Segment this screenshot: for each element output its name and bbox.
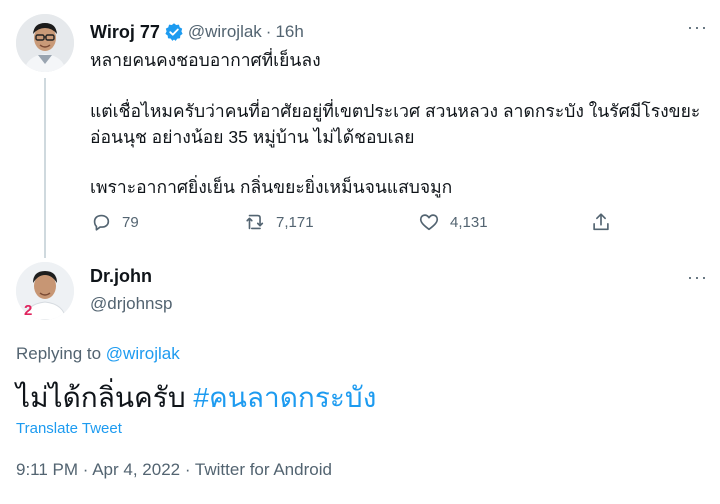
verified-icon xyxy=(165,23,183,41)
thread-line xyxy=(44,78,46,258)
replying-prefix: Replying to xyxy=(16,344,106,363)
original-tweet: Wiroj 77 @wirojlak · 16h ··· หลายคนคงชอบ… xyxy=(0,0,720,258)
tweet-text-line-4: เพราะอากาศยิ่งเย็น กลิ่นขยะยิ่งเหม็นจนแส… xyxy=(90,177,453,197)
tweet-text-line-2: แต่เชื่อไหมครับว่าคนที่อาศัยอยู่ที่เขตปร… xyxy=(90,101,701,121)
like-icon xyxy=(419,214,439,231)
retweet-icon xyxy=(246,214,264,230)
tweet-header: Wiroj 77 @wirojlak · 16h xyxy=(90,20,304,44)
tweet-text-line-3: อ่อนนุช อย่างน้อย 35 หมู่บ้าน ไม่ได้ชอบเ… xyxy=(90,127,415,147)
tweet-meta: 9:11 PM · Apr 4, 2022 · Twitter for Andr… xyxy=(16,460,332,479)
reply-icon xyxy=(93,214,110,231)
more-options-icon[interactable]: ··· xyxy=(687,18,708,36)
reply-author-name[interactable]: Dr.john xyxy=(90,266,152,287)
share-button[interactable] xyxy=(590,208,612,236)
more-options-icon[interactable]: ··· xyxy=(687,268,708,286)
wiroj-avatar[interactable] xyxy=(16,14,74,72)
reply-author-handle[interactable]: @drjohnsp xyxy=(90,294,172,314)
separator-dot: · xyxy=(265,22,272,41)
tweet-time[interactable]: 16h xyxy=(275,22,303,42)
share-icon xyxy=(593,213,609,231)
author-handle[interactable]: @wirojlak xyxy=(188,22,262,42)
replying-to: Replying to @wirojlak xyxy=(16,344,180,364)
reply-count: 79 xyxy=(122,213,139,231)
reply-text: ไม่ได้กลิ่นครับ #คนลาดกระบัง xyxy=(16,378,376,418)
author-name[interactable]: Wiroj 77 xyxy=(90,22,160,43)
retweet-button[interactable]: 7,171 xyxy=(244,208,314,236)
avatar-badge: 2 xyxy=(24,302,33,319)
tweet-text-line-1: หลายคนคงชอบอากาศที่เย็นลง xyxy=(90,50,321,70)
action-bar: 79 7,171 4,131 xyxy=(90,208,630,236)
retweet-count: 7,171 xyxy=(276,213,314,231)
translate-tweet-link[interactable]: Translate Tweet xyxy=(16,420,122,437)
hashtag-link[interactable]: #คนลาดกระบัง xyxy=(193,382,376,413)
replying-handle-link[interactable]: @wirojlak xyxy=(106,344,180,363)
like-count: 4,131 xyxy=(450,213,488,231)
reply-button[interactable]: 79 xyxy=(90,208,139,236)
reply-text-body: ไม่ได้กลิ่นครับ xyxy=(16,382,194,413)
like-button[interactable]: 4,131 xyxy=(418,208,488,236)
